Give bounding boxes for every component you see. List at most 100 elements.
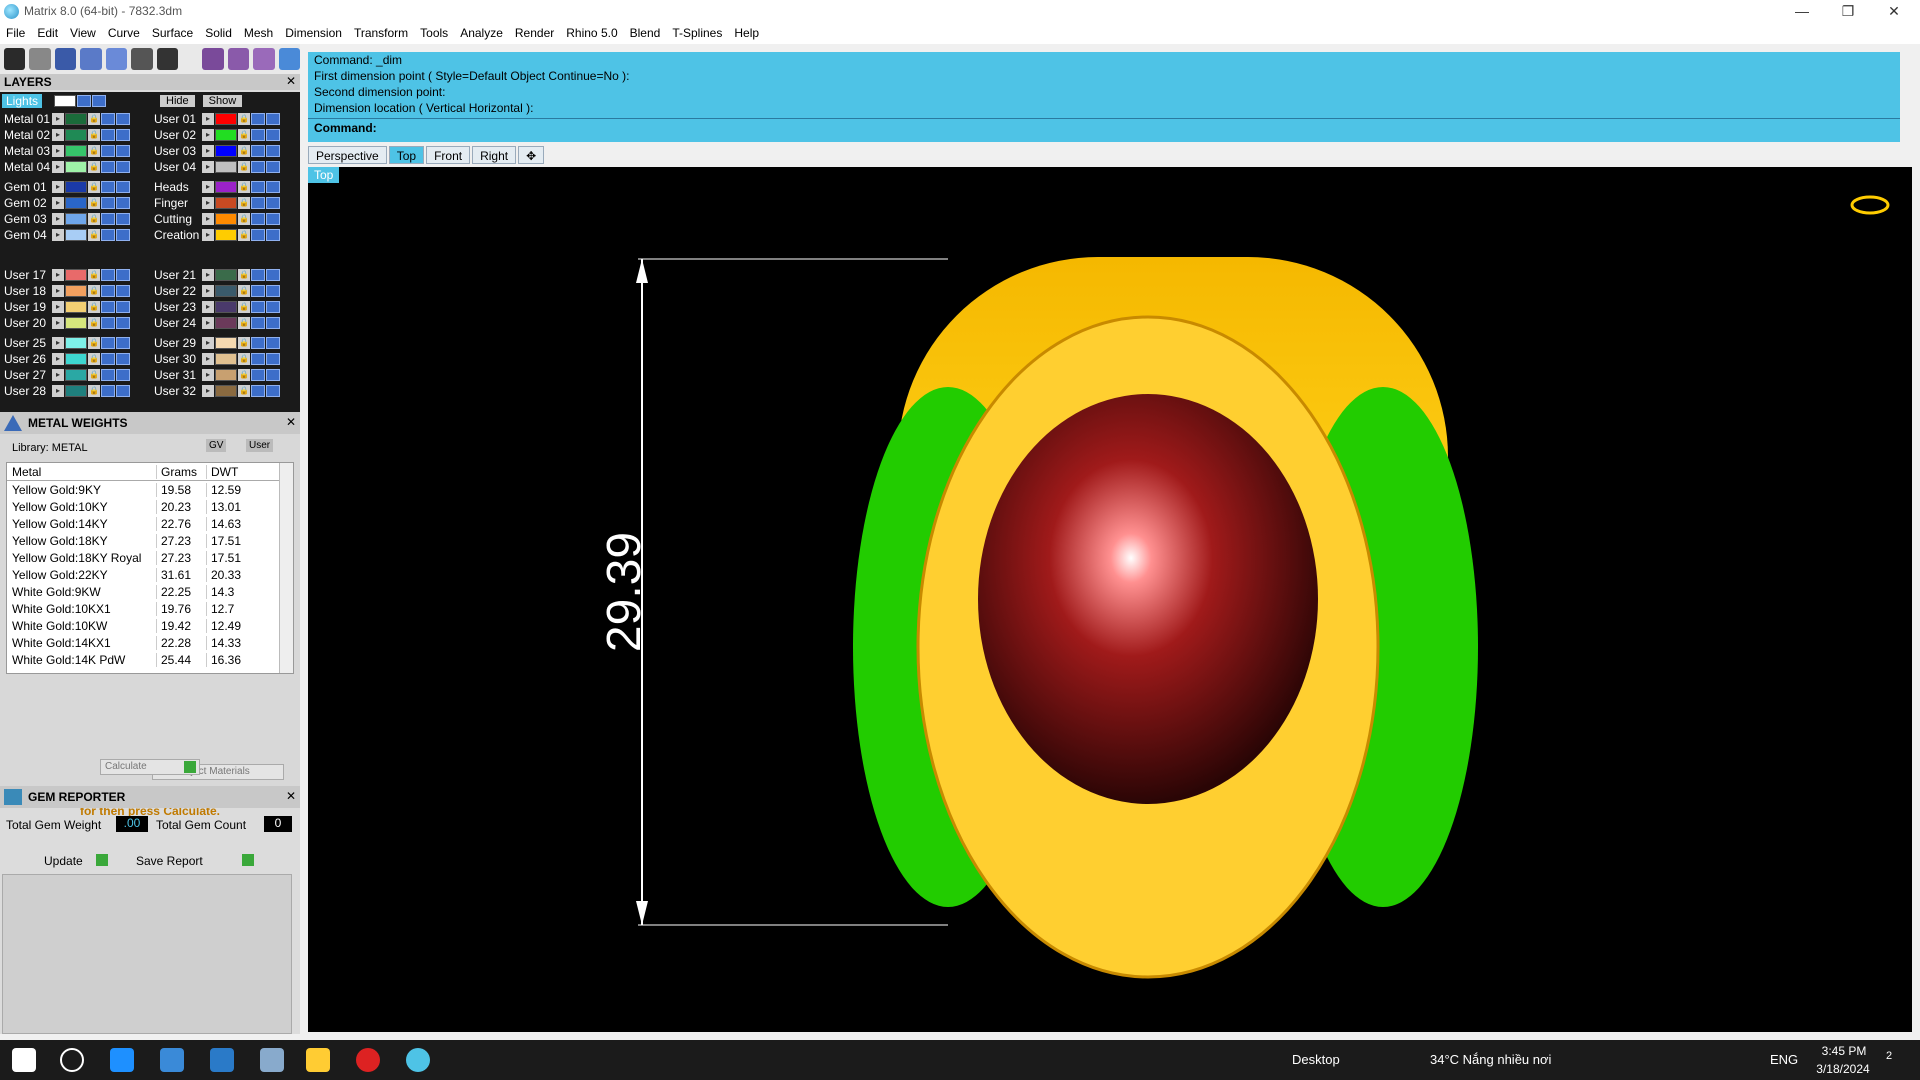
gem-icon[interactable] [227,48,250,70]
window-icon[interactable] [29,48,51,70]
layer-expand-icon[interactable]: ▸ [52,269,64,281]
layer-toggle[interactable] [251,285,265,297]
layer-name[interactable]: User 24 [150,316,202,330]
layer-toggle[interactable] [101,301,115,313]
lock-icon[interactable]: 🔒 [238,353,250,365]
layer-toggle[interactable] [101,229,115,241]
layer-toggle[interactable] [266,181,280,193]
close-icon[interactable]: ✕ [286,415,296,429]
layer-name[interactable]: Finger [150,196,202,210]
layer-color[interactable] [215,369,237,381]
layer-color[interactable] [215,269,237,281]
filter-icon[interactable] [105,48,128,70]
lock-icon[interactable]: 🔒 [88,181,100,193]
layer-expand-icon[interactable]: ▸ [202,145,214,157]
lock-icon[interactable]: 🔒 [88,269,100,281]
layer-color[interactable] [65,113,87,125]
layer-color[interactable] [215,213,237,225]
gv-button[interactable]: GV [206,439,227,452]
layer-color[interactable] [65,213,87,225]
layer-color[interactable] [215,353,237,365]
layer-color[interactable] [65,285,87,297]
lock-icon[interactable]: 🔒 [238,113,250,125]
lock-icon[interactable]: 🔒 [88,113,100,125]
layer-toggle[interactable] [266,145,280,157]
layer-expand-icon[interactable]: ▸ [202,197,214,209]
windows-start-icon[interactable] [12,1048,36,1072]
layer-toggle[interactable] [266,301,280,313]
layer-name[interactable]: User 04 [150,160,202,174]
lock-icon[interactable]: 🔒 [238,301,250,313]
menu-curve[interactable]: Curve [108,26,140,40]
menu-tsplines[interactable]: T-Splines [672,26,722,40]
play-icon[interactable] [184,761,196,773]
layer-color[interactable] [215,113,237,125]
layer-name[interactable]: User 22 [150,284,202,298]
layer-expand-icon[interactable]: ▸ [202,285,214,297]
menu-rhino[interactable]: Rhino 5.0 [566,26,617,40]
table-row[interactable]: Yellow Gold:9KY 19.58 12.59 [7,481,293,498]
close-icon[interactable]: ✕ [286,789,296,803]
layer-color[interactable] [215,317,237,329]
layer-toggle[interactable] [266,229,280,241]
layer-expand-icon[interactable]: ▸ [52,197,64,209]
menu-view[interactable]: View [70,26,96,40]
table-row[interactable]: White Gold:9KW 22.25 14.3 [7,583,293,600]
top-viewport[interactable]: Top 29.39 [308,167,1912,1032]
layer-toggle[interactable] [116,317,130,329]
layer-toggle[interactable] [251,181,265,193]
lights-layer[interactable]: Lights [2,94,43,108]
column-header[interactable]: Grams [157,464,207,479]
layer-toggle[interactable] [251,145,265,157]
lock-icon[interactable]: 🔒 [238,145,250,157]
layer-toggle[interactable] [251,197,265,209]
cube-icon[interactable] [54,48,77,70]
lock-icon[interactable]: 🔒 [88,317,100,329]
lock-icon[interactable]: 🔒 [238,317,250,329]
layer-toggle[interactable] [251,213,265,225]
lock-icon[interactable]: 🔒 [238,129,250,141]
layer-toggle[interactable] [116,353,130,365]
layer-toggle[interactable] [266,369,280,381]
layer-name[interactable]: Creation [150,228,202,242]
layer-toggle[interactable] [101,197,115,209]
layer-expand-icon[interactable]: ▸ [52,385,64,397]
lock-icon[interactable]: 🔒 [88,301,100,313]
layer-color[interactable] [65,337,87,349]
layer-name[interactable]: User 29 [150,336,202,350]
close-icon[interactable]: ✕ [286,74,296,88]
menu-help[interactable]: Help [734,26,759,40]
layer-color[interactable] [215,129,237,141]
layer-toggle[interactable] [266,197,280,209]
layer-toggle[interactable] [251,317,265,329]
layer-color[interactable] [65,369,87,381]
layer-toggle[interactable] [266,213,280,225]
layer-expand-icon[interactable]: ▸ [202,353,214,365]
panel-icon[interactable] [156,48,179,70]
layer-name[interactable]: Cutting [150,212,202,226]
layer-toggle[interactable] [251,269,265,281]
hide-button[interactable]: Hide [160,95,195,107]
layer-name[interactable]: Metal 04 [0,160,52,174]
app-icon[interactable] [260,1048,284,1072]
lock-icon[interactable]: 🔒 [88,337,100,349]
layer-toggle[interactable] [101,337,115,349]
column-header[interactable]: DWT [207,465,267,479]
menu-transform[interactable]: Transform [354,26,408,40]
table-row[interactable]: White Gold:10KW 19.42 12.49 [7,617,293,634]
layer-name[interactable]: User 27 [0,368,52,382]
layer-name[interactable]: User 25 [0,336,52,350]
layer-toggle[interactable] [101,129,115,141]
layer-name[interactable]: Metal 03 [0,144,52,158]
layer-toggle[interactable] [116,181,130,193]
layer-toggle[interactable] [251,385,265,397]
layer-toggle[interactable] [116,229,130,241]
layer-toggle[interactable] [251,229,265,241]
layer-name[interactable]: User 02 [150,128,202,142]
layer-color[interactable] [215,301,237,313]
layer-color[interactable] [65,145,87,157]
lights-color[interactable] [54,95,77,107]
layer-name[interactable]: User 01 [150,112,202,126]
lock-icon[interactable]: 🔒 [88,129,100,141]
layer-expand-icon[interactable]: ▸ [202,181,214,193]
